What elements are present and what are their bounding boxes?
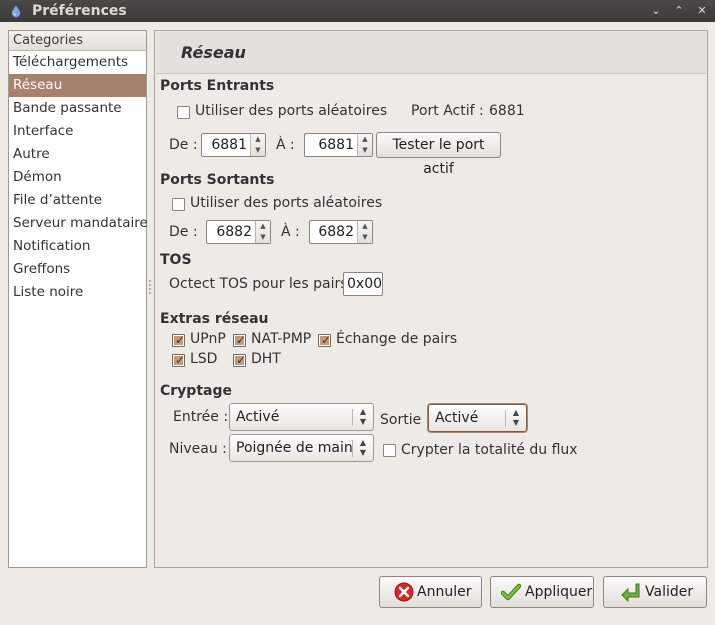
outgoing-to-value: 6882 (318, 224, 354, 240)
sidebar-item-interface[interactable]: Interface (9, 120, 146, 143)
check-icon: ✓ (321, 333, 332, 347)
categories-list: Categories Téléchargements Réseau Bande … (8, 30, 148, 568)
sidebar-item-demon[interactable]: Démon (9, 166, 146, 189)
outbound-encryption-value: Activé (435, 410, 479, 426)
incoming-to-label: À : (276, 137, 295, 153)
app-drop-icon (11, 4, 21, 18)
sidebar-item-notification[interactable]: Notification (9, 235, 146, 258)
outgoing-to-label: À : (281, 224, 300, 240)
sidebar-item-liste-noire[interactable]: Liste noire (9, 281, 146, 304)
encryption-title: Cryptage (160, 383, 232, 399)
incoming-to-spinner[interactable]: 6881 ▲ ▼ (304, 133, 373, 157)
maximize-icon[interactable]: ⌃ (671, 3, 687, 19)
cancel-label: Annuler (417, 584, 472, 600)
sidebar-item-bande-passante[interactable]: Bande passante (9, 97, 146, 120)
tos-label: Octect TOS pour les pairs: (169, 276, 353, 292)
dht-label: DHT (251, 351, 281, 367)
encrypt-full-stream-checkbox[interactable] (383, 444, 396, 457)
check-icon: ✓ (175, 353, 186, 367)
spin-up-icon[interactable]: ▲ (251, 134, 265, 145)
natpmp-label: NAT-PMP (251, 331, 312, 347)
spin-up-icon[interactable]: ▲ (358, 221, 372, 232)
network-extras-title: Extras réseau (160, 311, 269, 327)
spinner-arrows[interactable]: ▲ ▼ (357, 134, 372, 156)
spin-down-icon[interactable]: ▼ (358, 145, 372, 156)
spin-up-icon[interactable]: ▲ (358, 134, 372, 145)
check-icon: ✓ (236, 353, 247, 367)
sidebar-item-reseau[interactable]: Réseau (9, 74, 146, 97)
spin-down-icon[interactable]: ▼ (251, 145, 265, 156)
outgoing-to-spinner[interactable]: 6882 ▲ ▼ (309, 220, 373, 244)
natpmp-checkbox[interactable]: ✓ (233, 333, 247, 347)
checkmark-icon (501, 583, 521, 601)
upnp-label: UPnP (190, 331, 226, 347)
tos-title: TOS (160, 252, 192, 268)
network-settings-panel: Réseau Ports Entrants Utiliser des ports… (154, 30, 708, 568)
page-header: Réseau (156, 32, 706, 74)
spin-down-icon[interactable]: ▼ (256, 232, 270, 243)
pane-splitter[interactable] (148, 278, 152, 298)
peer-exchange-label: Échange de pairs (336, 331, 458, 347)
title-bar[interactable]: Préférences ⌄ ⌃ ✕ (0, 0, 715, 22)
sidebar-item-telechargements[interactable]: Téléchargements (9, 51, 146, 74)
outgoing-random-ports-label: Utiliser des ports aléatoires (190, 195, 383, 211)
incoming-from-label: De : (169, 137, 198, 153)
inbound-encryption-value: Activé (236, 409, 280, 425)
page-title: Réseau (181, 43, 246, 62)
spinner-arrows[interactable]: ▲ ▼ (255, 221, 270, 243)
incoming-to-value: 6881 (318, 137, 354, 153)
incoming-from-value: 6881 (211, 137, 247, 153)
cancel-button[interactable]: Annuler (379, 576, 482, 608)
ok-button[interactable]: Valider (603, 576, 707, 608)
outgoing-random-ports-checkbox[interactable] (172, 198, 185, 211)
sidebar-item-serveur-mandataire[interactable]: Serveur mandataire (9, 212, 148, 235)
incoming-random-ports-checkbox[interactable] (177, 106, 190, 119)
spinner-arrows[interactable]: ▲ ▼ (357, 221, 372, 243)
minimize-icon[interactable]: ⌄ (648, 3, 664, 19)
updown-arrows-icon: ▲ ▼ (359, 407, 367, 426)
upnp-checkbox[interactable]: ✓ (172, 333, 186, 347)
test-active-port-button[interactable]: Tester le port actif (376, 132, 501, 177)
ok-label: Valider (645, 584, 694, 600)
updown-arrows-icon: ▲ ▼ (359, 438, 367, 457)
sidebar-item-file-attente[interactable]: File d’attente (9, 189, 146, 212)
outbound-encryption-select[interactable]: Activé ▲ ▼ (428, 404, 527, 432)
active-port-value: 6881 (489, 103, 525, 119)
inbound-label: Entrée : (173, 409, 229, 425)
dht-checkbox[interactable]: ✓ (233, 353, 247, 367)
incoming-ports-title: Ports Entrants (160, 78, 275, 94)
encryption-level-value: Poignée de main (236, 440, 353, 456)
outgoing-ports-title: Ports Sortants (160, 172, 275, 188)
categories-header[interactable]: Categories (9, 31, 146, 51)
active-port-label: Port Actif : (411, 103, 484, 119)
sidebar-item-greffons[interactable]: Greffons (9, 258, 146, 281)
apply-button[interactable]: Appliquer (490, 576, 594, 608)
window-title: Préférences (32, 3, 127, 19)
peer-exchange-checkbox[interactable]: ✓ (318, 333, 332, 347)
inbound-encryption-select[interactable]: Activé ▲ ▼ (229, 403, 374, 431)
check-icon: ✓ (175, 333, 186, 347)
spin-up-icon[interactable]: ▲ (256, 221, 270, 232)
cancel-icon (394, 582, 414, 602)
return-arrow-icon (621, 583, 640, 602)
spin-down-icon[interactable]: ▼ (358, 232, 372, 243)
incoming-random-ports-label: Utiliser des ports aléatoires (195, 103, 388, 119)
outbound-label: Sortie : (380, 412, 431, 428)
level-label: Niveau : (169, 441, 227, 457)
outgoing-from-spinner[interactable]: 6882 ▲ ▼ (206, 220, 271, 244)
lsd-checkbox[interactable]: ✓ (172, 353, 186, 367)
apply-label: Appliquer (525, 584, 593, 600)
spinner-arrows[interactable]: ▲ ▼ (250, 134, 265, 156)
check-icon: ✓ (236, 333, 247, 347)
lsd-label: LSD (190, 351, 218, 367)
outgoing-from-label: De : (169, 224, 198, 240)
updown-arrows-icon: ▲ ▼ (512, 408, 520, 427)
encryption-level-select[interactable]: Poignée de main ▲ ▼ (229, 434, 374, 462)
tos-input[interactable]: 0x00 (343, 272, 383, 296)
outgoing-from-value: 6882 (216, 224, 252, 240)
close-icon[interactable]: ✕ (694, 3, 710, 19)
encrypt-full-stream-label: Crypter la totalité du flux (401, 442, 578, 458)
incoming-from-spinner[interactable]: 6881 ▲ ▼ (201, 133, 266, 157)
sidebar-item-autre[interactable]: Autre (9, 143, 146, 166)
